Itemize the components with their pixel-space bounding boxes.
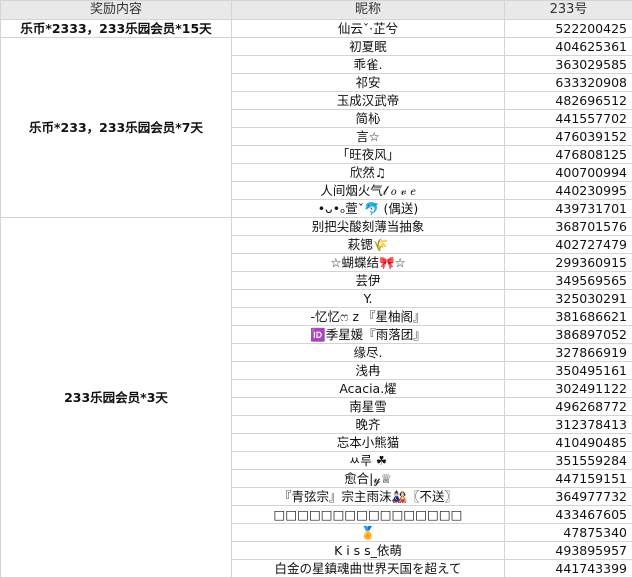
id-cell: 476039152: [504, 127, 632, 146]
id-cell: 482696512: [504, 91, 632, 110]
nickname-cell: 愈合|𝓎♕: [231, 469, 505, 488]
nickname-cell: -忆忆ෆ 𝗓 『星柚阁』: [231, 307, 505, 326]
reward-cell: 乐币*2333，233乐园会员*15天: [0, 19, 232, 38]
id-cell: 299360915: [504, 253, 632, 272]
nickname-cell: •ᴗ•ₒ萱ˇ🐬 (偶送): [231, 199, 505, 218]
reward-cell: 233乐园会员*3天: [0, 217, 232, 578]
nickname-cell: 🆔季星媛『雨落团』: [231, 325, 505, 344]
id-cell: 368701576: [504, 217, 632, 236]
id-cell: 476808125: [504, 145, 632, 164]
id-cell: 325030291: [504, 289, 632, 308]
id-cell: 47875340: [504, 523, 632, 542]
header-reward: 奖励内容: [0, 0, 232, 20]
nickname-cell: 芸伊: [231, 271, 505, 290]
reward-cell: 乐币*233，233乐园会员*7天: [0, 37, 232, 218]
nickname-cell: 『青弦宗』宗主雨沫🎎〖不送〗: [231, 487, 505, 506]
nickname-cell: 言☆: [231, 127, 505, 146]
nickname-cell: 祁安: [231, 73, 505, 92]
nickname-cell: Acacia.燿: [231, 379, 505, 398]
nickname-cell: 白金の星鎮魂曲世界天国を超えて: [231, 559, 505, 578]
nickname-cell: ㅆ루 ☘: [231, 451, 505, 470]
nickname-cell: 缘尽.: [231, 343, 505, 362]
id-cell: 493895957: [504, 541, 632, 560]
id-cell: 496268772: [504, 397, 632, 416]
nickname-cell: 「旺夜风」: [231, 145, 505, 164]
id-cell: 522200425: [504, 19, 632, 38]
id-cell: 381686621: [504, 307, 632, 326]
header-nickname: 昵称: [231, 0, 505, 20]
nickname-cell: 🏅: [231, 523, 505, 542]
id-cell: 447159151: [504, 469, 632, 488]
nickname-cell: 别把尖酸刻薄当抽象: [231, 217, 505, 236]
nickname-cell: ☆蝴蝶结🎀☆: [231, 253, 505, 272]
nickname-cell: 人间烟火气𝓁 𝑜 𝓋 𝑒: [231, 181, 505, 200]
header-233-id: 233号: [504, 0, 632, 20]
nickname-cell: 乖雀.: [231, 55, 505, 74]
table-body: 乐币*2333，233乐园会员*15天 仙云ˇ·芷兮 522200425 乐币*233…: [0, 19, 632, 578]
id-cell: 364977732: [504, 487, 632, 506]
table-row: 233乐园会员*3天 别把尖酸刻薄当抽象 368701576: [0, 217, 632, 578]
id-cell: 327866919: [504, 343, 632, 362]
id-cell: 433467605: [504, 505, 632, 524]
id-cell: 440230995: [504, 181, 632, 200]
id-cell: 350495161: [504, 361, 632, 380]
id-cell: 410490485: [504, 433, 632, 452]
id-cell: 302491122: [504, 379, 632, 398]
id-cell: 363029585: [504, 55, 632, 74]
nickname-cell: 忘本小熊猫: [231, 433, 505, 452]
table-row: 乐币*2333，233乐园会员*15天 仙云ˇ·芷兮 522200425: [0, 19, 632, 38]
id-cell: 402727479: [504, 235, 632, 254]
id-cell: 441743399: [504, 559, 632, 578]
id-cell: 439731701: [504, 199, 632, 218]
nickname-cell: K i s s_依萌: [231, 541, 505, 560]
nickname-cell: 晚齐: [231, 415, 505, 434]
id-cell: 351559284: [504, 451, 632, 470]
reward-table: 奖励内容 昵称 233号 乐币*2333，233乐园会员*15天 仙云ˇ·芷兮 52…: [0, 0, 632, 578]
id-cell: 404625361: [504, 37, 632, 56]
table-row: 乐币*233，233乐园会员*7天 初夏眠 404625361: [0, 37, 632, 218]
nickname-cell: 简杺: [231, 109, 505, 128]
nickname-cell: 浅冉: [231, 361, 505, 380]
id-cell: 312378413: [504, 415, 632, 434]
nickname-cell: 欣然♫: [231, 163, 505, 182]
nickname-cell: 玉成汉武帝: [231, 91, 505, 110]
header-row: 奖励内容 昵称 233号: [0, 0, 632, 20]
nickname-cell: □□□□□□□□□□□□□□□□: [231, 505, 505, 524]
id-cell: 441557702: [504, 109, 632, 128]
id-cell: 386897052: [504, 325, 632, 344]
id-cell: 400700994: [504, 163, 632, 182]
nickname-cell: 南星雪: [231, 397, 505, 416]
id-cell: 349569565: [504, 271, 632, 290]
nickname-cell: Y.: [231, 289, 505, 308]
id-cell: 633320908: [504, 73, 632, 92]
nickname-cell: 初夏眠: [231, 37, 505, 56]
nickname-cell: 仙云ˇ·芷兮: [231, 19, 505, 38]
nickname-cell: 萩锶🌾: [231, 235, 505, 254]
